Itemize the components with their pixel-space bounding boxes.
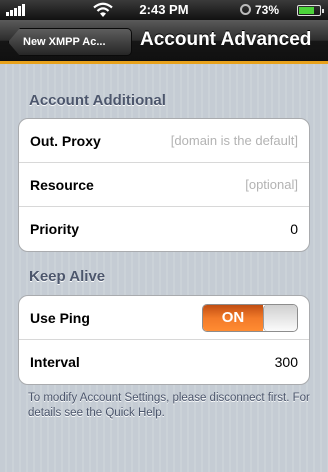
resource-field[interactable]: [optional] bbox=[245, 177, 298, 192]
back-button[interactable]: New XMPP Ac... bbox=[8, 28, 132, 56]
proxy-label: Out. Proxy bbox=[30, 132, 101, 149]
section-header-account-additional: Account Additional bbox=[29, 92, 166, 109]
battery-percent: 73% bbox=[255, 3, 280, 17]
priority-row[interactable]: Priority 0 bbox=[19, 207, 309, 251]
use-ping-label: Use Ping bbox=[30, 309, 90, 326]
account-additional-group: Out. Proxy [domain is the default] Resou… bbox=[18, 118, 310, 252]
use-ping-row: Use Ping ON bbox=[19, 296, 309, 340]
battery-icon bbox=[297, 5, 324, 16]
toggle-on-label: ON bbox=[203, 304, 263, 331]
keep-alive-group: Use Ping ON Interval 300 bbox=[18, 295, 310, 385]
toggle-knob[interactable] bbox=[263, 304, 297, 331]
alarm-clock-icon bbox=[240, 4, 251, 15]
resource-row[interactable]: Resource [optional] bbox=[19, 163, 309, 207]
interval-row[interactable]: Interval 300 bbox=[19, 340, 309, 384]
interval-field[interactable]: 300 bbox=[275, 354, 298, 370]
battery-fill bbox=[299, 7, 314, 14]
page-title: Account Advanced bbox=[140, 29, 312, 50]
status-bar: 2:43 PM 73% bbox=[0, 0, 328, 20]
interval-label: Interval bbox=[30, 354, 80, 370]
proxy-field[interactable]: [domain is the default] bbox=[171, 133, 298, 148]
resource-label: Resource bbox=[30, 176, 94, 193]
section-header-keep-alive: Keep Alive bbox=[29, 268, 106, 285]
priority-field[interactable]: 0 bbox=[290, 221, 298, 237]
use-ping-toggle[interactable]: ON bbox=[202, 303, 298, 332]
navigation-bar: New XMPP Ac... Account Advanced bbox=[0, 20, 328, 64]
proxy-row[interactable]: Out. Proxy [domain is the default] bbox=[19, 119, 309, 163]
footer-note: To modify Account Settings, please disco… bbox=[28, 392, 310, 419]
priority-label: Priority bbox=[30, 221, 80, 237]
